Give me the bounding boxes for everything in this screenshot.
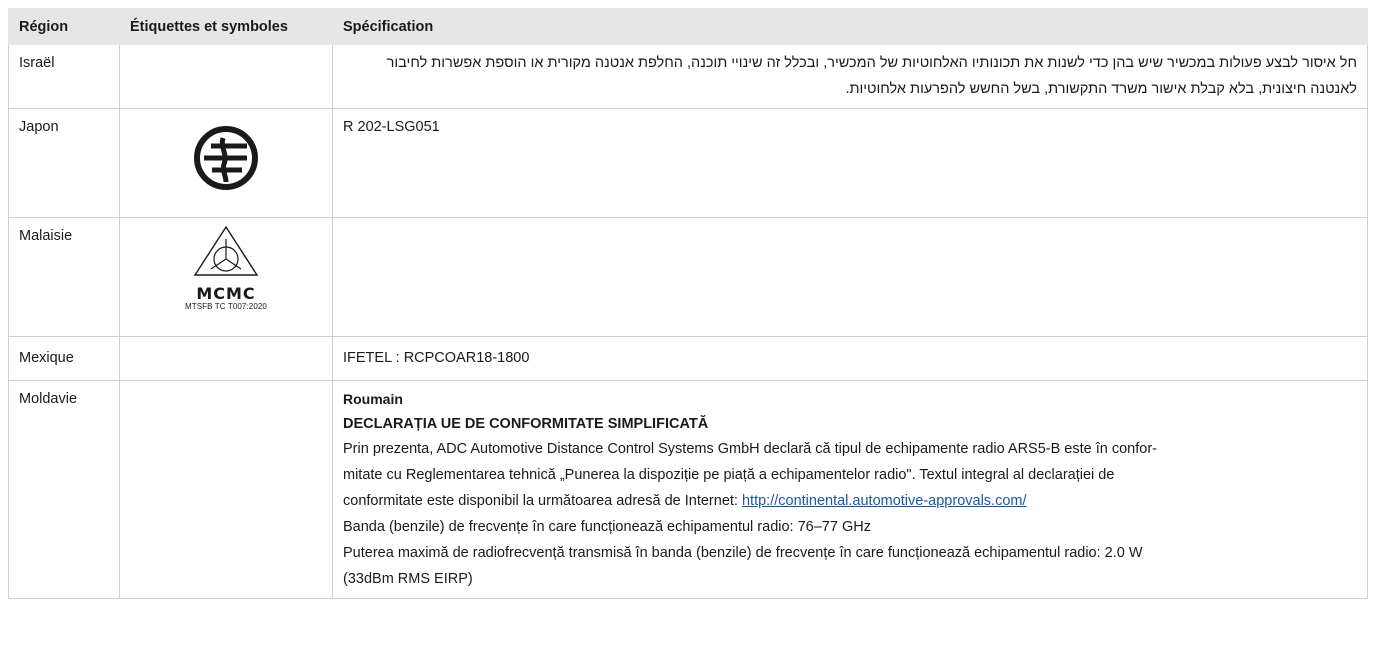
declaration-text-line-2: mitate cu Reglementarea tehnică „Punerea… (343, 467, 1115, 483)
spec-cell (332, 217, 1368, 337)
max-power-line-2: (33dBm RMS EIRP) (343, 571, 473, 587)
mcmc-caption: MTSFB TC T007:2020 (185, 302, 267, 311)
spec-cell: Roumain DECLARAȚIA UE DE CONFORMITATE SI… (332, 380, 1368, 599)
mcmc-mark-icon (187, 225, 265, 292)
region-cell: Japon (8, 108, 120, 218)
symbol-cell (119, 108, 333, 218)
approvals-link[interactable]: http://continental.automotive-approvals.… (742, 493, 1027, 509)
spec-cell: R 202-LSG051 (332, 108, 1368, 218)
header-region: Région (8, 8, 120, 45)
declaration-text-line-3: conformitate este disponibil la următoar… (343, 488, 1357, 514)
declaration-text-line-1: Prin prezenta, ADC Automotive Distance C… (343, 441, 1157, 457)
table-header-row: Région Étiquettes et symboles Spécificat… (8, 8, 1368, 45)
header-labels-symbols: Étiquettes et symboles (119, 8, 333, 45)
spec-cell: חל איסור לבצע פעולות במכשיר שיש בהן כדי … (332, 45, 1368, 109)
regulatory-table: Région Étiquettes et symboles Spécificat… (8, 8, 1368, 599)
table-row-moldova: Moldavie Roumain DECLARAȚIA UE DE CONFOR… (8, 380, 1368, 599)
japan-telec-mark-icon (192, 124, 260, 201)
declaration-text-prefix: conformitate este disponibil la următoar… (343, 493, 742, 509)
region-cell: Moldavie (8, 380, 120, 599)
symbol-cell (119, 336, 333, 381)
symbol-cell (119, 380, 333, 599)
region-cell: Malaisie (8, 217, 120, 337)
table-row-malaysia: Malaisie MCMC MTSFB TC T007:2020 (8, 217, 1368, 337)
region-cell: Israël (8, 45, 120, 109)
table-row-mexico: Mexique IFETEL : RCPCOAR18-1800 (8, 336, 1368, 381)
symbol-cell (119, 45, 333, 109)
spec-cell: IFETEL : RCPCOAR18-1800 (332, 336, 1368, 381)
declaration-title: DECLARAȚIA UE DE CONFORMITATE SIMPLIFICA… (343, 416, 709, 432)
header-specification: Spécification (332, 8, 1368, 45)
table-row-israel: Israël חל איסור לבצע פעולות במכשיר שיש ב… (8, 45, 1368, 109)
frequency-band-line: Banda (benzile) de frecvențe în care fun… (343, 519, 871, 535)
mcmc-wordmark: MCMC (196, 284, 256, 303)
region-cell: Mexique (8, 336, 120, 381)
symbol-cell: MCMC MTSFB TC T007:2020 (119, 217, 333, 337)
page: Région Étiquettes et symboles Spécificat… (0, 0, 1375, 671)
table-row-japan: Japon R 202-LSG051 (8, 108, 1368, 218)
max-power-line-1: Puterea maximă de radiofrecvență transmi… (343, 545, 1143, 561)
spec-language: Roumain (343, 391, 403, 407)
